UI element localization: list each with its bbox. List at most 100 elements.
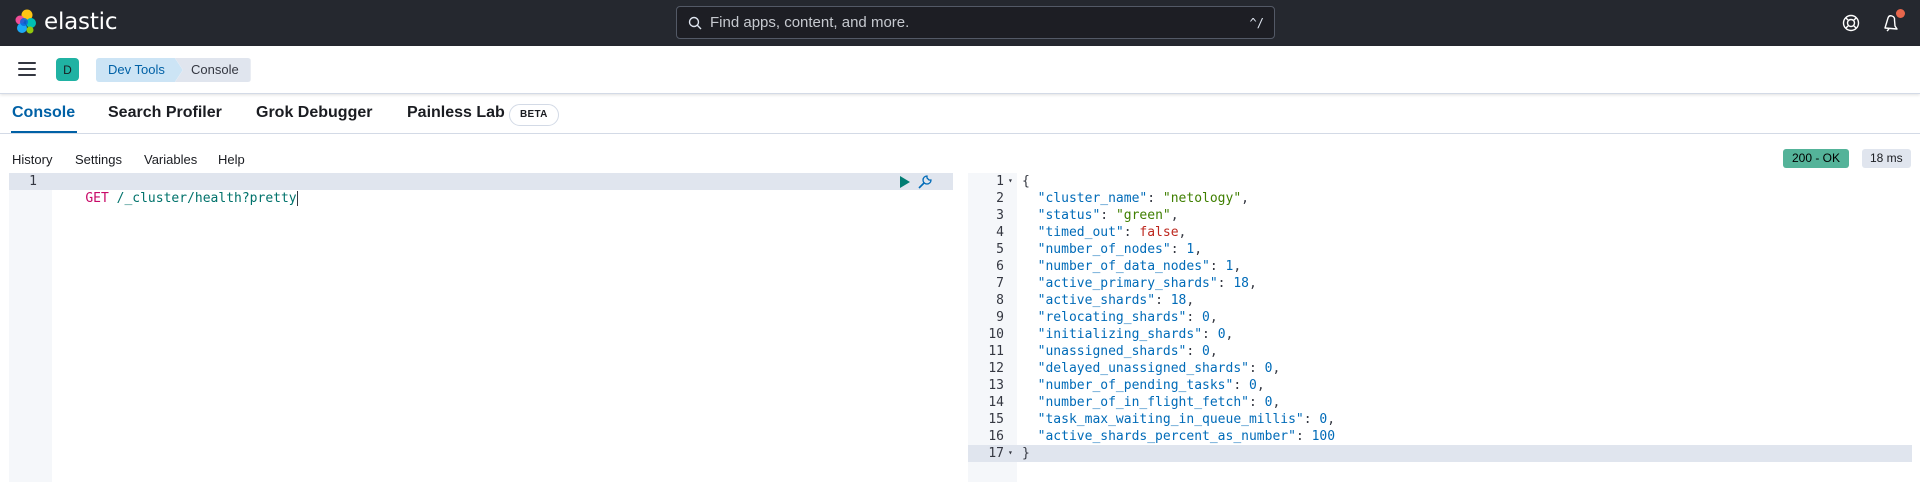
top-header: elastic Find apps, content, and more. ^/ <box>0 0 1920 46</box>
json-comma: , <box>1233 259 1242 274</box>
line-number: 11 <box>988 344 1004 359</box>
json-field-line: "status": "green", <box>1022 207 1179 224</box>
json-key: "timed_out" <box>1037 225 1124 240</box>
breadcrumb-console: Console <box>175 58 251 82</box>
json-comma: , <box>1186 293 1195 308</box>
json-key: "active_primary_shards" <box>1037 276 1218 291</box>
variables-menu-item[interactable]: Variables <box>144 152 197 167</box>
tab-grok-debugger[interactable]: Grok Debugger <box>256 104 372 122</box>
request-line[interactable]: GET /_cluster/health?pretty <box>54 173 298 206</box>
json-comma: , <box>1241 191 1249 206</box>
json-value: 18 <box>1170 293 1187 308</box>
line-number: 1 <box>29 174 37 189</box>
json-field-line: "number_of_in_flight_fetch": 0, <box>1022 394 1281 411</box>
line-number: 12 <box>988 361 1004 376</box>
json-key: "number_of_pending_tasks" <box>1037 378 1234 393</box>
json-colon: : <box>1100 208 1116 223</box>
breadcrumb-bar: D Dev Tools Console <box>0 46 1920 94</box>
json-comma: , <box>1170 208 1179 223</box>
json-value: 0 <box>1217 327 1226 342</box>
menu-toggle-icon[interactable] <box>18 62 36 76</box>
line-number: 1 <box>996 174 1004 189</box>
editor-divider[interactable] <box>958 173 964 482</box>
json-colon: : <box>1303 412 1320 427</box>
json-field-line: "task_max_waiting_in_queue_millis": 0, <box>1022 411 1335 428</box>
json-key: "delayed_unassigned_shards" <box>1037 361 1249 376</box>
settings-menu-item[interactable]: Settings <box>75 152 122 167</box>
line-number: 7 <box>996 276 1004 291</box>
response-time-badge: 18 ms <box>1862 149 1911 168</box>
json-value: "netology" <box>1162 191 1242 206</box>
json-colon: : <box>1123 225 1140 240</box>
request-gutter <box>9 173 52 482</box>
elastic-logo[interactable]: elastic <box>14 9 117 35</box>
json-field-line: "active_shards": 18, <box>1022 292 1195 309</box>
json-field-line: "delayed_unassigned_shards": 0, <box>1022 360 1281 377</box>
space-avatar[interactable]: D <box>56 58 79 81</box>
line-number: 13 <box>988 378 1004 393</box>
search-placeholder: Find apps, content, and more. <box>710 14 910 31</box>
brace: } <box>1022 446 1030 461</box>
response-status-badge: 200 - OK <box>1783 149 1850 168</box>
response-editor: 1 2 3 4 5 6 7 8 9 10 11 12 13 14 15 16 17 ▾ ▾{ "cluster_na… <box>968 173 1912 482</box>
help-menu-item[interactable]: Help <box>218 152 245 167</box>
tab-search-profiler[interactable]: Search Profiler <box>108 104 222 122</box>
history-menu-item[interactable]: History <box>12 152 52 167</box>
fold-toggle-icon[interactable]: ▾ <box>1008 448 1013 457</box>
request-method: GET <box>85 191 109 206</box>
send-request-icon[interactable] <box>899 175 911 189</box>
json-colon: : <box>1233 378 1249 393</box>
json-field-line: "unassigned_shards": 0, <box>1022 343 1218 360</box>
json-colon: : <box>1217 276 1234 291</box>
search-shortcut: ^/ <box>1249 16 1264 30</box>
json-open-brace: { <box>1022 173 1030 190</box>
active-tab-indicator <box>11 131 77 133</box>
tab-painless-lab[interactable]: Painless Lab <box>407 104 505 122</box>
json-value: 18 <box>1233 276 1249 291</box>
json-comma: , <box>1194 242 1203 257</box>
wrench-icon[interactable] <box>917 174 933 190</box>
json-comma: , <box>1256 378 1265 393</box>
json-colon: : <box>1186 344 1203 359</box>
json-colon: : <box>1147 191 1163 206</box>
json-colon: : <box>1295 429 1312 444</box>
json-key: "unassigned_shards" <box>1037 344 1187 359</box>
json-comma: , <box>1327 412 1336 427</box>
json-field-line: "relocating_shards": 0, <box>1022 309 1218 326</box>
help-icon[interactable] <box>1840 12 1862 34</box>
json-key: "initializing_shards" <box>1037 327 1203 342</box>
json-field-line: "number_of_nodes": 1, <box>1022 241 1202 258</box>
json-field-line: "active_shards_percent_as_number": 100 <box>1022 428 1335 445</box>
json-key: "number_of_in_flight_fetch" <box>1037 395 1249 410</box>
json-key: "status" <box>1037 208 1101 223</box>
line-number: 17 <box>988 446 1004 461</box>
elastic-logo-icon <box>15 9 36 34</box>
line-number: 3 <box>996 208 1004 223</box>
line-number: 2 <box>996 191 1004 206</box>
json-field-line: "timed_out": false, <box>1022 224 1187 241</box>
tab-console[interactable]: Console <box>12 104 75 122</box>
json-colon: : <box>1202 327 1218 342</box>
json-value: 0 <box>1202 310 1210 325</box>
json-field-line: "initializing_shards": 0, <box>1022 326 1234 343</box>
request-path: /_cluster/health?pretty <box>116 191 297 206</box>
line-number: 10 <box>988 327 1004 342</box>
json-key: "cluster_name" <box>1037 191 1148 206</box>
json-value: 100 <box>1311 429 1336 444</box>
line-number: 9 <box>996 310 1004 325</box>
request-editor[interactable]: 1 GET /_cluster/health?pretty <box>9 173 953 482</box>
json-field-line: "active_primary_shards": 18, <box>1022 275 1257 292</box>
global-search-input[interactable]: Find apps, content, and more. ^/ <box>676 6 1275 39</box>
breadcrumb-dev-tools[interactable]: Dev Tools <box>96 58 183 82</box>
line-number: 14 <box>988 395 1004 410</box>
json-field-line: "cluster_name": "netology", <box>1022 190 1249 207</box>
fold-toggle-icon[interactable]: ▾ <box>1008 176 1013 185</box>
json-colon: : <box>1155 293 1171 308</box>
json-field-line: "number_of_data_nodes": 1, <box>1022 258 1242 275</box>
json-key: "active_shards" <box>1037 293 1156 308</box>
json-key: "number_of_data_nodes" <box>1037 259 1210 274</box>
line-number: 16 <box>988 429 1004 444</box>
json-colon: : <box>1209 259 1226 274</box>
line-number: 6 <box>996 259 1004 274</box>
json-comma: , <box>1209 344 1218 359</box>
